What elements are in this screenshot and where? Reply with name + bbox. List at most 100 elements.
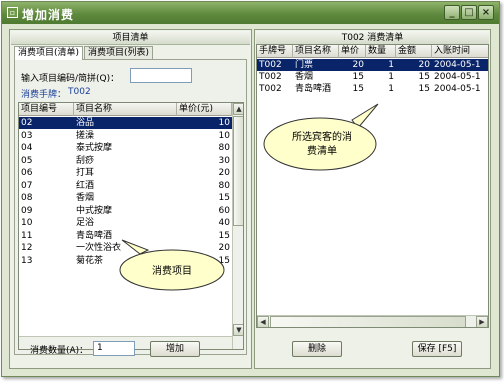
item-row[interactable]: 04 泰式按摩 80 — [19, 142, 232, 154]
consumption-row[interactable]: T002 青岛啤酒 15 1 15 2004-05-1 — [257, 83, 488, 95]
item-cell-code: 04 — [21, 143, 33, 153]
consumption-cell-qty: 1 — [388, 72, 394, 82]
save-button[interactable]: 保存 [F5] — [412, 341, 462, 357]
items-callout-text: 消费项目 — [152, 264, 192, 277]
add-consumption-window: ▫ 增加消费 _ □ × 项目清单 消费项目(清单) 消费项目(列表) 输入项目… — [1, 1, 500, 377]
item-row[interactable]: 06 打耳 20 — [19, 167, 232, 179]
maximize-icon[interactable]: □ — [461, 5, 477, 20]
tab-content: 输入项目编码/简拼(Q)： 消费手牌： T002 项目编号 项目名称 单价(元)… — [14, 59, 247, 355]
item-cell-name: 红酒 — [76, 180, 95, 191]
close-icon[interactable]: × — [478, 5, 494, 20]
item-cell-price: 80 — [218, 180, 230, 191]
item-cell-name: 打耳 — [76, 168, 95, 178]
consumption-cell-price: 20 — [352, 60, 364, 70]
consumption-cell-qty: 1 — [388, 84, 394, 94]
consumption-row[interactable]: T002 香烟 15 1 15 2004-05-1 — [257, 71, 488, 83]
title-bar[interactable]: ▫ 增加消费 _ □ × — [2, 2, 499, 24]
list-callout-line1: 所选宾客的消 — [292, 130, 352, 143]
col-qty[interactable]: 数量 — [366, 45, 396, 58]
tab-items-list[interactable]: 消费项目(列表) — [84, 46, 154, 60]
col-plate[interactable]: 手牌号 — [257, 45, 293, 58]
item-cell-code: 07 — [21, 180, 33, 191]
item-grid-header: 项目编号 项目名称 单价(元) — [19, 103, 232, 116]
consumption-cell-price: 15 — [352, 84, 364, 94]
hand-plate-value: T002 — [68, 87, 91, 97]
item-cell-price: 10 — [218, 118, 230, 128]
item-cell-name: 搓澡 — [76, 130, 95, 141]
delete-button[interactable]: 删除 — [292, 341, 342, 357]
add-button[interactable]: 增加 — [150, 341, 200, 357]
col-item-code[interactable]: 项目编号 — [19, 103, 74, 116]
item-grid-vscroll[interactable]: ▲ ▼ — [232, 103, 243, 349]
consumption-cell-time: 2004-05-1 — [434, 60, 481, 70]
item-list-header: 项目清单 — [11, 31, 250, 45]
item-cell-price: 40 — [218, 218, 230, 228]
scroll-left-icon[interactable]: ◀ — [257, 316, 269, 327]
item-row[interactable]: 08 香烟 15 — [19, 192, 232, 204]
consumption-grid-header: 手牌号 项目名称 单价 数量 金额 入账时间 — [257, 45, 488, 58]
consumption-cell-plate: T002 — [259, 72, 282, 82]
item-cell-price: 80 — [218, 143, 230, 153]
hscroll-thumb[interactable] — [270, 316, 466, 327]
list-callout-bubble — [263, 117, 377, 171]
scroll-right-icon[interactable]: ▶ — [476, 316, 488, 327]
consumption-list-panel: T002 消费清单 手牌号 项目名称 单价 数量 金额 入账时间 T002 门票 2… — [254, 29, 491, 369]
item-row[interactable]: 03 搓澡 10 — [19, 130, 232, 142]
item-cell-name: 中式按摩 — [76, 205, 113, 216]
consumption-cell-amount: 20 — [418, 60, 430, 70]
item-list-panel: 项目清单 消费项目(清单) 消费项目(列表) 输入项目编码/简拼(Q)： 消费手… — [9, 29, 252, 369]
item-cell-code: 12 — [21, 243, 33, 253]
item-cell-name: 浴品 — [76, 118, 95, 128]
item-grid: 项目编号 项目名称 单价(元) 02 浴品 10 03 搓澡 10 04 泰式按摩 80 05 刮痧… — [18, 102, 244, 350]
consumption-cell-time: 2004-05-1 — [434, 84, 481, 94]
item-cell-code: 09 — [21, 205, 33, 216]
consumption-cell-plate: T002 — [259, 84, 282, 94]
item-row[interactable]: 09 中式按摩 60 — [19, 205, 232, 217]
item-cell-price: 60 — [218, 205, 230, 216]
col-amount[interactable]: 金额 — [396, 45, 432, 58]
consumption-grid-hscroll[interactable]: ◀ ▶ — [257, 315, 488, 327]
item-cell-code: 10 — [21, 218, 33, 228]
item-row[interactable]: 07 红酒 80 — [19, 180, 232, 192]
consumption-cell-amount: 15 — [418, 84, 430, 94]
consumption-cell-plate: T002 — [259, 60, 282, 70]
quantity-input[interactable]: 1 — [93, 341, 135, 356]
item-cell-name: 刮痧 — [76, 155, 95, 166]
consumption-cell-qty: 1 — [388, 60, 394, 70]
item-cell-price: 30 — [218, 155, 230, 166]
items-callout: 消费项目 — [119, 239, 225, 291]
search-input[interactable] — [130, 68, 192, 83]
col-item-name[interactable]: 项目名称 — [74, 103, 177, 116]
item-cell-code: 06 — [21, 168, 33, 178]
consumption-cell-price: 15 — [352, 72, 364, 82]
item-cell-code: 03 — [21, 130, 33, 141]
item-cell-code: 08 — [21, 193, 33, 203]
item-cell-name: 足浴 — [76, 218, 95, 228]
item-cell-price: 10 — [218, 130, 230, 141]
hand-plate-label: 消费手牌： — [21, 90, 67, 100]
consumption-list-header: T002 消费清单 — [256, 31, 489, 45]
item-row[interactable]: 10 足浴 40 — [19, 217, 232, 229]
col-name[interactable]: 项目名称 — [293, 45, 339, 58]
col-item-price[interactable]: 单价(元) — [177, 103, 232, 116]
minimize-icon[interactable]: _ — [444, 5, 460, 20]
item-cell-price: 20 — [218, 168, 230, 178]
scroll-thumb[interactable] — [233, 116, 243, 226]
consumption-grid: 手牌号 项目名称 单价 数量 金额 入账时间 T002 门票 20 1 20 2004-0… — [256, 44, 489, 328]
scroll-down-icon[interactable]: ▼ — [233, 324, 243, 336]
col-time[interactable]: 入账时间 — [432, 45, 488, 58]
consumption-cell-name: 香烟 — [295, 72, 314, 82]
list-callout-line2: 费清单 — [307, 144, 337, 157]
tab-items-grid[interactable]: 消费项目(清单) — [14, 46, 84, 60]
col-price[interactable]: 单价 — [339, 45, 366, 58]
consumption-row[interactable]: T002 门票 20 1 20 2004-05-1 — [257, 59, 488, 71]
search-label: 输入项目编码/简拼(Q)： — [21, 74, 120, 84]
item-cell-name: 香烟 — [76, 193, 95, 203]
list-callout: 所选宾客的消 费清单 — [263, 103, 379, 171]
item-cell-code: 02 — [21, 118, 33, 128]
items-callout-pointer — [121, 239, 150, 255]
scroll-up-icon[interactable]: ▲ — [233, 103, 243, 115]
item-row[interactable]: 02 浴品 10 — [19, 117, 232, 129]
item-cell-price: 15 — [218, 193, 230, 203]
item-row[interactable]: 05 刮痧 30 — [19, 155, 232, 167]
